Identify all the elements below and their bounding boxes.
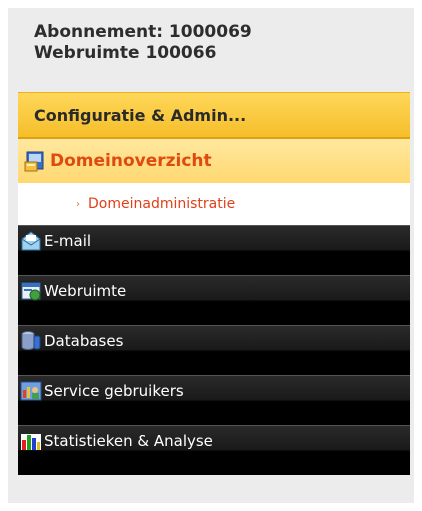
service-users-icon xyxy=(20,380,42,402)
email-icon xyxy=(20,230,42,252)
sidebar-panel: Abonnement: 1000069 Webruimte 100066 Con… xyxy=(8,8,414,503)
account-info: Abonnement: 1000069 Webruimte 100066 xyxy=(34,22,252,64)
menu-item-label: Webruimte xyxy=(44,282,127,300)
submenu-item-label: Domeinadministratie xyxy=(88,196,236,212)
menu-item-domeinoverzicht[interactable]: Domeinoverzicht xyxy=(18,139,410,183)
menu-item-service-gebruikers[interactable]: Service gebruikers xyxy=(18,375,410,425)
subscription-label: Abonnement: 1000069 xyxy=(34,22,252,42)
database-icon xyxy=(20,330,42,352)
menu-item-email[interactable]: E-mail xyxy=(18,225,410,275)
webspace-icon xyxy=(20,280,42,302)
webspace-label: Webruimte 100066 xyxy=(34,43,217,63)
menu-item-statistieken[interactable]: Statistieken & Analyse xyxy=(18,425,410,475)
submenu-item-domeinadministratie[interactable]: › Domeinadministratie xyxy=(18,183,410,225)
menu-item-label: Databases xyxy=(44,332,124,350)
section-header-config-admin[interactable]: Configuratie & Admin... xyxy=(18,92,410,139)
statistics-icon xyxy=(20,430,42,452)
sidebar-menu: Configuratie & Admin... Domeinoverzicht … xyxy=(18,92,410,475)
menu-item-label: Domeinoverzicht xyxy=(50,151,212,171)
menu-item-label: Service gebruikers xyxy=(44,382,184,400)
menu-item-label: Statistieken & Analyse xyxy=(44,432,213,450)
menu-item-webruimte[interactable]: Webruimte xyxy=(18,275,410,325)
chevron-right-icon: › xyxy=(76,198,80,210)
domain-overview-icon xyxy=(24,150,46,172)
menu-item-databases[interactable]: Databases xyxy=(18,325,410,375)
menu-item-label: E-mail xyxy=(44,232,92,250)
